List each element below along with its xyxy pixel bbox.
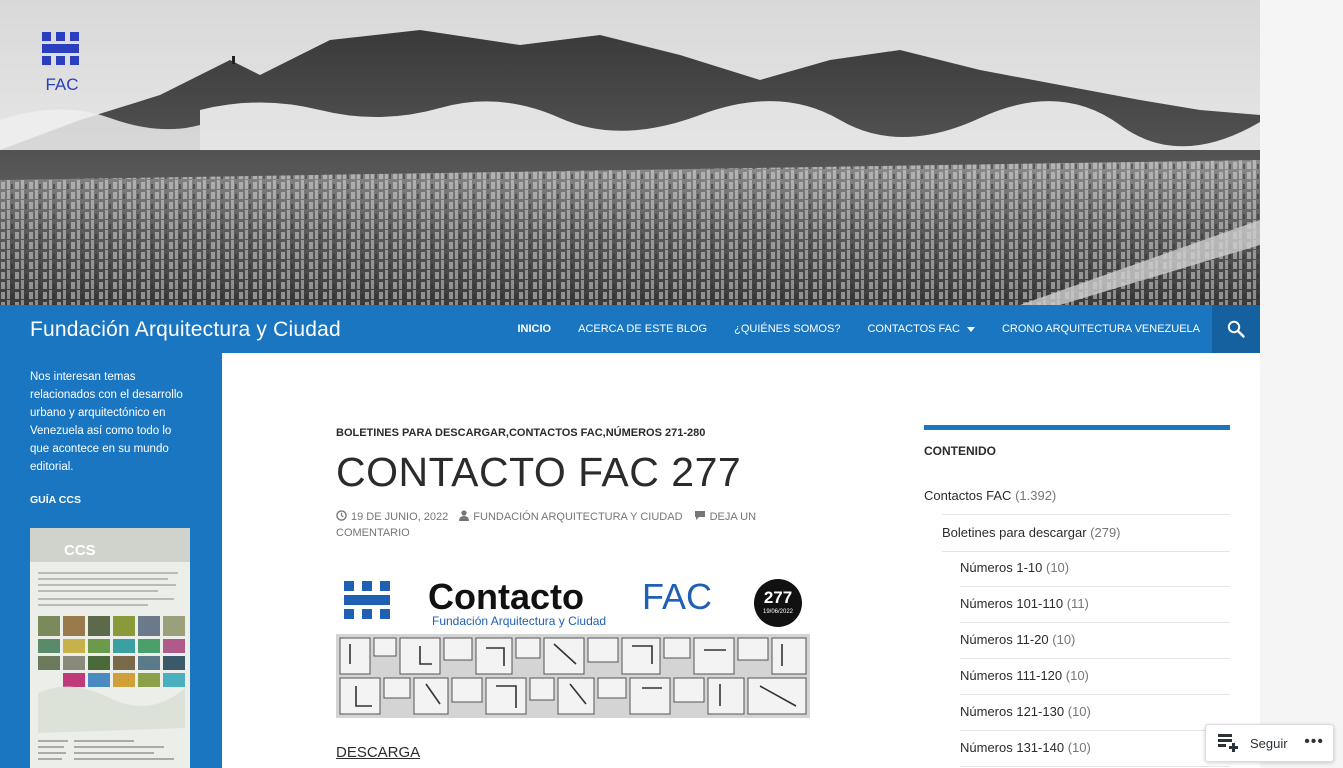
list-item: Números 1-10 (10) (960, 550, 1230, 587)
guia-ccs-image[interactable]: CCS (30, 528, 190, 768)
banner-photo (336, 634, 810, 718)
list-item: Números 121-130 (10) (960, 694, 1230, 731)
contacto-fac-banner-image[interactable]: Contacto FAC Fundación Arquitectura y Ci… (336, 576, 810, 718)
site-description: Nos interesan temas relacionados con el … (30, 371, 183, 473)
category-count: (10) (1067, 740, 1091, 755)
category-link[interactable]: Números 11-20 (960, 632, 1049, 647)
guia-ccs-thumbnail: CCS (30, 528, 190, 768)
left-sidebar: Nos interesan temas relacionados con el … (0, 353, 222, 768)
follow-button[interactable]: Seguir (1218, 734, 1288, 752)
facade-pattern-image (336, 634, 810, 718)
nav-item-acerca[interactable]: ACERCA DE ESTE BLOG (578, 323, 707, 335)
post-date[interactable]: 19 DE JUNIO, 2022 (336, 510, 449, 523)
reader-follow-icon (1218, 734, 1238, 752)
post-title[interactable]: CONTACTO FAC 277 (336, 448, 741, 496)
entry-categories[interactable]: BOLETINES PARA DESCARGAR,CONTACTOS FAC,N… (336, 427, 705, 439)
logo-text: FAC (45, 75, 78, 94)
follow-label: Seguir (1250, 735, 1288, 751)
guia-image-label: CCS (64, 542, 96, 559)
category-link[interactable]: Números 101-110 (960, 596, 1063, 611)
banner-subtitle: Fundación Arquitectura y Ciudad (432, 614, 607, 628)
category-count: (11) (1066, 596, 1089, 611)
category-count: (10) (1052, 632, 1076, 647)
list-item: Contactos FAC (1.392) (924, 478, 1230, 514)
nav-item-inicio[interactable]: INICIO (517, 323, 551, 335)
more-options-icon[interactable]: ••• (1304, 734, 1324, 750)
category-link[interactable]: Números 131-140 (960, 740, 1064, 755)
nav-item-label: ¿QUIÉNES SOMOS? (734, 323, 841, 335)
list-item: Números 111-120 (10) (960, 658, 1230, 695)
category-count: (10) (1046, 560, 1070, 575)
issue-number: 277 (763, 588, 793, 607)
nav-item-quienes-somos[interactable]: ¿QUIÉNES SOMOS? (734, 323, 840, 335)
site-container: FAC Fundación Arquitectura y Ciudad INIC… (0, 0, 1260, 768)
category-link[interactable]: Números 1-10 (960, 560, 1042, 575)
category-link[interactable]: Números 121-130 (960, 704, 1064, 719)
nav-item-label: CONTACTOS FAC (867, 323, 960, 335)
fac-logo-icon: FAC (42, 32, 79, 94)
nav-item-contactos-fac[interactable]: CONTACTOS FAC (867, 323, 975, 335)
post-date-text: 19 DE JUNIO, 2022 (351, 511, 449, 523)
post-author-text: FUNDACIÓN ARQUITECTURA Y CIUDAD (473, 511, 683, 523)
entry-meta: 19 DE JUNIO, 2022 FUNDACIÓN ARQUITECTURA… (336, 509, 776, 541)
category-count: (10) (1065, 668, 1089, 683)
categories-widget: CONTENIDO Contactos FAC (1.392) Boletine… (924, 425, 1230, 767)
site-title[interactable]: Fundación Arquitectura y Ciudad (30, 318, 341, 342)
nav-item-label: INICIO (517, 323, 552, 335)
category-link[interactable]: Boletines para descargar (942, 525, 1087, 540)
comment-icon (694, 511, 705, 520)
list-item: Boletines para descargar (279) (942, 514, 1230, 552)
category-count: (10) (1067, 704, 1091, 719)
list-item: Números 101-110 (11) (960, 586, 1230, 623)
nav-item-crono[interactable]: CRONO ARQUITECTURA VENEZUELA (1002, 323, 1200, 335)
nav-item-label: ACERCA DE ESTE BLOG (578, 323, 708, 335)
search-button[interactable] (1212, 305, 1260, 353)
fac-logo-icon (344, 581, 390, 619)
category-link[interactable]: Contactos FAC (924, 488, 1011, 503)
post-author[interactable]: FUNDACIÓN ARQUITECTURA Y CIUDAD (459, 510, 683, 523)
banner-title-contacto: Contacto (428, 576, 584, 617)
follow-bar: Seguir ••• (1205, 724, 1334, 762)
issue-badge: 277 19/06/2022 (754, 579, 802, 627)
category-count: (279) (1090, 525, 1121, 540)
chevron-down-icon (966, 326, 975, 332)
download-link[interactable]: DESCARGA (336, 744, 420, 761)
category-link[interactable]: Números 111-120 (960, 668, 1062, 683)
issue-date: 19/06/2022 (762, 609, 794, 615)
nav-item-label: CRONO ARQUITECTURA VENEZUELA (1001, 323, 1200, 335)
category-count: (1.392) (1015, 488, 1057, 503)
header-image[interactable]: FAC (0, 0, 1260, 305)
top-navigation-bar: Fundación Arquitectura y Ciudad INICIO A… (0, 305, 1260, 353)
banner-title-fac: FAC (642, 576, 713, 617)
user-icon (459, 510, 470, 521)
list-item: Números 11-20 (10) (960, 622, 1230, 659)
search-icon (1227, 320, 1245, 338)
fac-logo[interactable]: FAC (40, 32, 84, 94)
list-item: Números 131-140 (10) (960, 730, 1230, 767)
widget-title: CONTENIDO (924, 425, 1230, 458)
primary-menu: INICIO ACERCA DE ESTE BLOG ¿QUIÉNES SOMO… (490, 305, 1200, 353)
caracas-panorama-image (0, 0, 1260, 305)
guia-ccs-title: GUÍA CCS (30, 494, 81, 506)
clock-icon (336, 510, 347, 521)
banner-header: Contacto FAC Fundación Arquitectura y Ci… (336, 576, 810, 634)
